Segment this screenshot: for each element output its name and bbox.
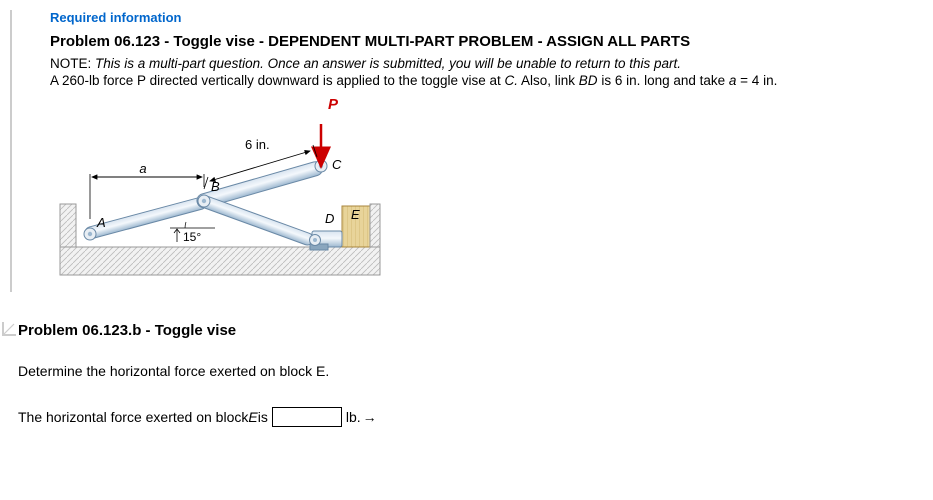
label-b: B (211, 179, 220, 194)
right-wall (370, 204, 380, 247)
dim-a-label: a (139, 161, 146, 176)
label-c: C (332, 157, 342, 172)
given-text-1: A 260-lb force P directed vertically dow… (50, 73, 505, 88)
toggle-vise-diagram: a 6 in. 15° A B C D E (55, 119, 923, 282)
label-e: E (351, 207, 360, 222)
answer-line: The horizontal force exerted on block E … (18, 407, 933, 427)
dim-6in-label: 6 in. (245, 137, 270, 152)
answer-unit: lb. (346, 409, 361, 425)
section-corner-notch (0, 322, 16, 338)
problem-title: Problem 06.123 - Toggle vise - DEPENDENT… (50, 33, 923, 50)
given-line: A 260-lb force P directed vertically dow… (50, 73, 923, 88)
given-link-bd: BD (579, 73, 598, 88)
required-info-section: Required information Problem 06.123 - To… (10, 10, 933, 292)
left-wall (60, 204, 76, 247)
diagram-svg: a 6 in. 15° A B C D E (55, 119, 385, 279)
note-line: NOTE: This is a multi-part question. Onc… (50, 56, 923, 71)
answer-direction-arrow: → (363, 409, 377, 425)
note-italic: This is a multi-part question. Once an a… (95, 56, 681, 71)
note-prefix: NOTE: (50, 56, 95, 71)
question-text: Determine the horizontal force exerted o… (18, 363, 933, 379)
angle-label: 15° (183, 230, 201, 244)
answer-input[interactable] (272, 407, 342, 427)
sub-problem-title: Problem 06.123.b - Toggle vise (18, 322, 933, 339)
link-bd (196, 194, 315, 247)
given-text-4: = 4 in. (736, 73, 777, 88)
label-d: D (325, 211, 334, 226)
required-info-label: Required information (50, 10, 923, 25)
question-var-e: E. (316, 363, 329, 379)
label-a: A (96, 215, 106, 230)
given-point-c: C. (505, 73, 519, 88)
p-force-label: P (328, 96, 923, 113)
question-prefix: Determine the horizontal force exerted o… (18, 363, 316, 379)
given-text-3: is 6 in. long and take (598, 73, 729, 88)
answer-mid: is (258, 409, 268, 425)
ground-base (60, 247, 380, 275)
answer-var-e: E (248, 409, 257, 425)
answer-prefix: The horizontal force exerted on block (18, 409, 248, 425)
given-text-2: Also, link (518, 73, 579, 88)
